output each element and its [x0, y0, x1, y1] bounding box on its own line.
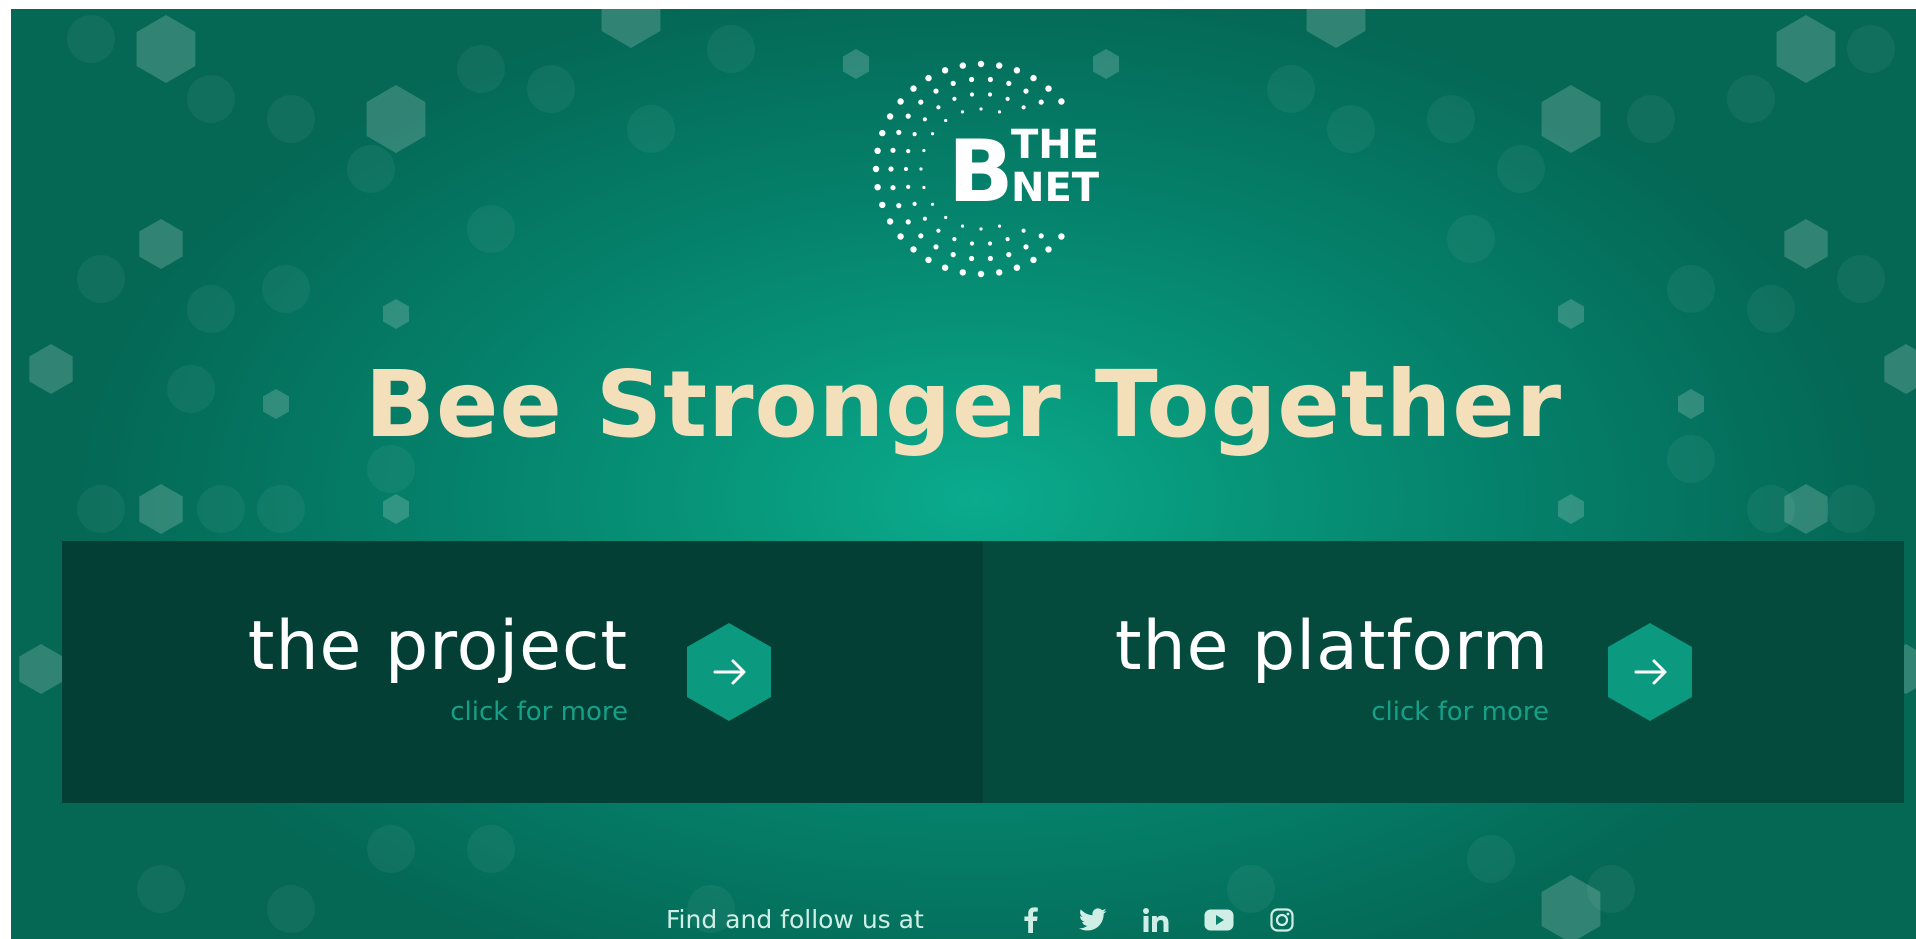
- panel-subtitle-platform: click for more: [1371, 697, 1549, 727]
- logo-letter: B: [948, 122, 1014, 222]
- arrow-right-icon[interactable]: [1606, 621, 1694, 723]
- panel-title-platform: the platform: [1114, 607, 1549, 686]
- project-panel[interactable]: the project click for more: [62, 541, 983, 803]
- instagram-icon[interactable]: [1267, 905, 1297, 935]
- logo-line2: NET: [1011, 165, 1100, 211]
- footer-text: Find and follow us at: [666, 905, 924, 934]
- platform-panel[interactable]: the platform click for more: [983, 541, 1904, 803]
- panels: the project click for more the platform …: [62, 541, 1904, 803]
- logo-line1: THE: [1011, 122, 1099, 168]
- linkedin-icon[interactable]: [1141, 905, 1171, 935]
- panel-title-project: the project: [247, 607, 628, 686]
- landing-page: B THE NET Bee Stronger Together the proj…: [11, 9, 1916, 939]
- arrow-right-icon[interactable]: [685, 621, 773, 723]
- facebook-icon[interactable]: [1016, 905, 1046, 935]
- panel-subtitle-project: click for more: [450, 697, 628, 727]
- footer: Find and follow us at: [11, 899, 1916, 939]
- bthenet-logo[interactable]: B THE NET: [866, 51, 1116, 281]
- headline: Bee Stronger Together: [364, 351, 1563, 458]
- twitter-icon[interactable]: [1078, 905, 1108, 935]
- youtube-icon[interactable]: [1204, 905, 1234, 935]
